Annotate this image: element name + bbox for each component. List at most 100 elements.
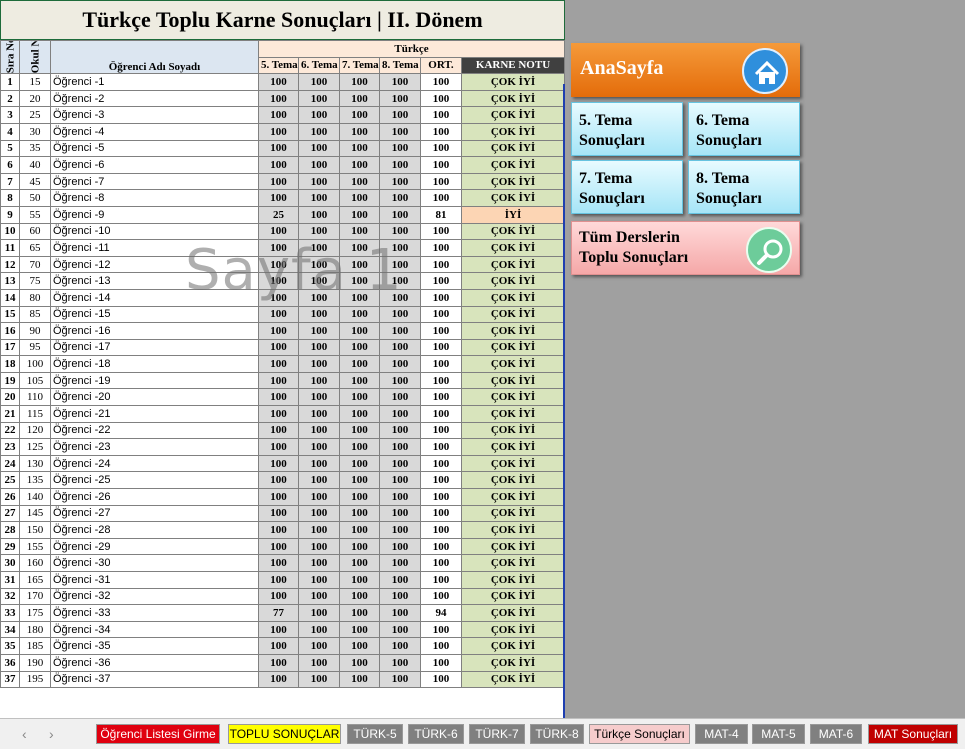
average-cell[interactable]: 100 [420,521,462,539]
tema5-score-cell[interactable]: 100 [258,670,299,689]
okul-no-cell[interactable]: 120 [19,421,51,440]
karne-grade-cell[interactable]: ÇOK İYİ [460,471,565,490]
karne-grade-cell[interactable]: ÇOK İYİ [460,571,565,589]
tema5-score-cell[interactable]: 100 [258,438,299,456]
okul-no-cell[interactable]: 70 [19,255,51,274]
tema6-score-cell[interactable]: 100 [298,620,340,639]
tema8-score-cell[interactable]: 100 [379,338,421,357]
average-cell[interactable]: 100 [420,388,462,407]
karne-grade-cell[interactable]: ÇOK İYİ [460,438,565,456]
average-cell[interactable]: 100 [420,653,462,672]
student-name-cell[interactable]: Öğrenci -1 [50,73,259,91]
tema5-score-cell[interactable]: 100 [258,371,299,390]
okul-no-cell[interactable]: 195 [19,670,51,689]
tema8-score-cell[interactable]: 100 [379,587,421,606]
tema7-score-cell[interactable]: 100 [339,388,380,407]
tema8-score-cell[interactable]: 100 [379,554,421,572]
tema7-score-cell[interactable]: 100 [339,637,380,655]
okul-no-cell[interactable]: 135 [19,471,51,490]
tema6-score-cell[interactable]: 100 [298,222,340,241]
karne-grade-cell[interactable]: ÇOK İYİ [460,371,565,390]
row-number[interactable]: 6 [0,156,20,174]
karne-grade-cell[interactable]: ÇOK İYİ [460,156,565,174]
tema6-score-cell[interactable]: 100 [298,338,340,357]
tema6-score-cell[interactable]: 100 [298,73,340,91]
student-name-cell[interactable]: Öğrenci -7 [50,172,259,191]
tema6-score-cell[interactable]: 100 [298,205,340,224]
row-number[interactable]: 22 [0,421,20,440]
karne-grade-cell[interactable]: ÇOK İYİ [460,122,565,141]
tema7-score-cell[interactable]: 100 [339,338,380,357]
tema7-score-cell[interactable]: 100 [339,587,380,606]
tema5-results-button[interactable]: 5. Tema Sonuçları [571,102,683,156]
tema6-score-cell[interactable]: 100 [298,670,340,689]
tema6-score-cell[interactable]: 100 [298,156,340,174]
tema8-score-cell[interactable]: 100 [379,421,421,440]
okul-no-cell[interactable]: 80 [19,288,51,307]
tema6-score-cell[interactable]: 100 [298,438,340,456]
tema7-score-cell[interactable]: 100 [339,571,380,589]
sheet-tab[interactable]: TOPLU SONUÇLAR [228,724,341,744]
tema7-score-cell[interactable]: 100 [339,73,380,91]
average-cell[interactable]: 100 [420,488,462,506]
tema6-score-cell[interactable]: 100 [298,106,340,124]
tema5-score-cell[interactable]: 100 [258,471,299,490]
tema6-score-cell[interactable]: 100 [298,454,340,473]
tema8-score-cell[interactable]: 100 [379,73,421,91]
sheet-tab[interactable]: Türkçe Sonuçları [589,724,690,744]
tema5-score-cell[interactable]: 100 [258,272,299,290]
tema5-score-cell[interactable]: 100 [258,620,299,639]
student-name-cell[interactable]: Öğrenci -37 [50,670,259,689]
tema8-score-cell[interactable]: 100 [379,471,421,490]
tema7-score-cell[interactable]: 100 [339,189,380,207]
karne-grade-cell[interactable]: ÇOK İYİ [460,504,565,523]
tema8-score-cell[interactable]: 100 [379,371,421,390]
row-number[interactable]: 1 [0,73,20,91]
okul-no-cell[interactable]: 170 [19,587,51,606]
row-number[interactable]: 33 [0,604,20,622]
tema8-score-cell[interactable]: 100 [379,222,421,241]
tema7-score-cell[interactable]: 100 [339,89,380,108]
tema5-score-cell[interactable]: 100 [258,571,299,589]
average-cell[interactable]: 100 [420,587,462,606]
tema7-score-cell[interactable]: 100 [339,471,380,490]
row-number[interactable]: 21 [0,405,20,423]
average-cell[interactable]: 100 [420,620,462,639]
tema8-score-cell[interactable]: 100 [379,438,421,456]
tema7-score-cell[interactable]: 100 [339,670,380,689]
student-name-cell[interactable]: Öğrenci -22 [50,421,259,440]
tema7-score-cell[interactable]: 100 [339,122,380,141]
student-name-cell[interactable]: Öğrenci -10 [50,222,259,241]
row-number[interactable]: 20 [0,388,20,407]
tema8-score-cell[interactable]: 100 [379,388,421,407]
tema5-score-cell[interactable]: 100 [258,653,299,672]
tema6-score-cell[interactable]: 100 [298,371,340,390]
tema7-score-cell[interactable]: 100 [339,305,380,324]
student-name-cell[interactable]: Öğrenci -20 [50,388,259,407]
average-cell[interactable]: 100 [420,222,462,241]
tema7-results-button[interactable]: 7. Tema Sonuçları [571,160,683,214]
tema6-score-cell[interactable]: 100 [298,554,340,572]
tema5-score-cell[interactable]: 100 [258,89,299,108]
okul-no-cell[interactable]: 20 [19,89,51,108]
tema7-score-cell[interactable]: 100 [339,653,380,672]
tema8-score-cell[interactable]: 100 [379,255,421,274]
karne-grade-cell[interactable]: ÇOK İYİ [460,388,565,407]
tema7-score-cell[interactable]: 100 [339,255,380,274]
tema6-score-cell[interactable]: 100 [298,388,340,407]
tema8-score-cell[interactable]: 100 [379,637,421,655]
student-name-cell[interactable]: Öğrenci -5 [50,139,259,158]
tema5-score-cell[interactable]: 100 [258,521,299,539]
okul-no-cell[interactable]: 35 [19,139,51,158]
tema8-results-button[interactable]: 8. Tema Sonuçları [688,160,800,214]
average-cell[interactable]: 94 [420,604,462,622]
row-number[interactable]: 2 [0,89,20,108]
student-name-cell[interactable]: Öğrenci -29 [50,537,259,556]
tema5-score-cell[interactable]: 100 [258,239,299,257]
average-cell[interactable]: 100 [420,471,462,490]
tema5-score-cell[interactable]: 100 [258,338,299,357]
tema8-score-cell[interactable]: 100 [379,488,421,506]
student-name-cell[interactable]: Öğrenci -36 [50,653,259,672]
tema5-score-cell[interactable]: 100 [258,322,299,340]
okul-no-cell[interactable]: 50 [19,189,51,207]
